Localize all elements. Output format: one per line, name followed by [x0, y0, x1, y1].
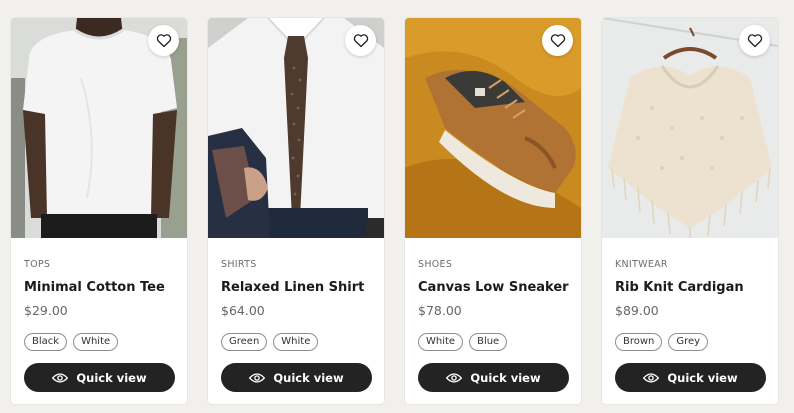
product-price: $29.00	[24, 303, 68, 318]
eye-icon	[643, 372, 660, 383]
product-name[interactable]: Rib Knit Cardigan	[615, 280, 765, 296]
color-options: Brown Grey	[615, 333, 765, 351]
product-name[interactable]: Minimal Cotton Tee	[24, 280, 174, 296]
product-category: SHIRTS	[221, 259, 257, 270]
product-card[interactable]: SHIRTS Relaxed Linen Shirt $64.00 Green …	[208, 18, 384, 404]
heart-icon	[353, 34, 368, 48]
product-image[interactable]	[602, 18, 778, 238]
product-category: KNITWEAR	[615, 259, 668, 270]
product-card[interactable]: KNITWEAR Rib Knit Cardigan $89.00 Brown …	[602, 18, 778, 404]
color-chip-grey[interactable]: Grey	[668, 333, 709, 351]
favorite-button[interactable]	[148, 25, 179, 56]
product-category: SHOES	[418, 259, 453, 270]
product-price: $64.00	[221, 303, 265, 318]
eye-icon	[446, 372, 463, 383]
eye-icon	[249, 372, 266, 383]
quick-view-button[interactable]: Quick view	[221, 363, 372, 392]
product-image[interactable]	[208, 18, 384, 238]
quick-view-label: Quick view	[76, 370, 147, 385]
favorite-button[interactable]	[345, 25, 376, 56]
product-image[interactable]	[405, 18, 581, 238]
product-grid: TOPS Minimal Cotton Tee $29.00 Black Whi…	[11, 18, 778, 404]
color-chip-brown[interactable]: Brown	[615, 333, 663, 351]
quick-view-label: Quick view	[667, 370, 738, 385]
quick-view-button[interactable]: Quick view	[615, 363, 766, 392]
favorite-button[interactable]	[542, 25, 573, 56]
quick-view-label: Quick view	[470, 370, 541, 385]
product-price: $89.00	[615, 303, 659, 318]
color-chip-white[interactable]: White	[273, 333, 319, 351]
color-chip-white[interactable]: White	[418, 333, 464, 351]
eye-icon	[52, 372, 69, 383]
color-options: White Blue	[418, 333, 568, 351]
product-name[interactable]: Relaxed Linen Shirt	[221, 280, 371, 296]
product-card[interactable]: TOPS Minimal Cotton Tee $29.00 Black Whi…	[11, 18, 187, 404]
color-chip-blue[interactable]: Blue	[469, 333, 508, 351]
product-price: $78.00	[418, 303, 462, 318]
product-image[interactable]	[11, 18, 187, 238]
color-chip-white[interactable]: White	[73, 333, 119, 351]
favorite-button[interactable]	[739, 25, 770, 56]
quick-view-button[interactable]: Quick view	[418, 363, 569, 392]
product-name[interactable]: Canvas Low Sneaker	[418, 280, 569, 296]
product-category: TOPS	[24, 259, 51, 270]
product-card[interactable]: SHOES Canvas Low Sneaker $78.00 White Bl…	[405, 18, 581, 404]
color-options: Black White	[24, 333, 174, 351]
quick-view-label: Quick view	[273, 370, 344, 385]
heart-icon	[550, 34, 565, 48]
heart-icon	[156, 34, 171, 48]
color-chip-green[interactable]: Green	[221, 333, 268, 351]
quick-view-button[interactable]: Quick view	[24, 363, 175, 392]
heart-icon	[747, 34, 762, 48]
color-chip-black[interactable]: Black	[24, 333, 68, 351]
color-options: Green White	[221, 333, 371, 351]
